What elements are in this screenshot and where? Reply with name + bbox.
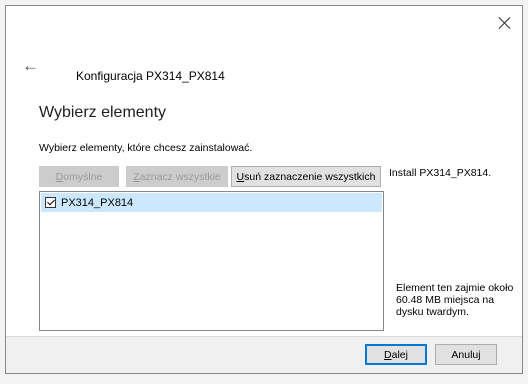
list-item-label: PX314_PX814 (61, 196, 134, 209)
footer-bar: Dalej Anuluj (6, 336, 522, 373)
close-icon[interactable] (498, 16, 512, 30)
component-checkbox[interactable] (45, 197, 56, 208)
page-subtitle: Wybierz elementy, które chcesz zainstalo… (39, 142, 253, 154)
select-all-button[interactable]: Zaznacz wszystkie (126, 166, 228, 187)
defaults-button[interactable]: Domyślne (39, 166, 119, 187)
setup-window: ← Konfiguracja PX314_PX814 Wybierz eleme… (5, 5, 523, 374)
components-list[interactable]: PX314_PX814 (39, 191, 384, 331)
cancel-button[interactable]: Anuluj (435, 344, 497, 365)
window-title: Konfiguracja PX314_PX814 (76, 69, 225, 83)
space-requirement-text: Element ten zajmie około 60.48 MB miejsc… (396, 282, 514, 318)
component-description: Install PX314_PX814. (389, 167, 492, 179)
list-item[interactable]: PX314_PX814 (41, 193, 382, 212)
deselect-all-button[interactable]: Usuń zaznaczenie wszystkich (231, 166, 381, 187)
next-button[interactable]: Dalej (365, 344, 427, 365)
back-arrow-icon[interactable]: ← (22, 57, 39, 74)
page-heading: Wybierz elementy (39, 104, 167, 121)
